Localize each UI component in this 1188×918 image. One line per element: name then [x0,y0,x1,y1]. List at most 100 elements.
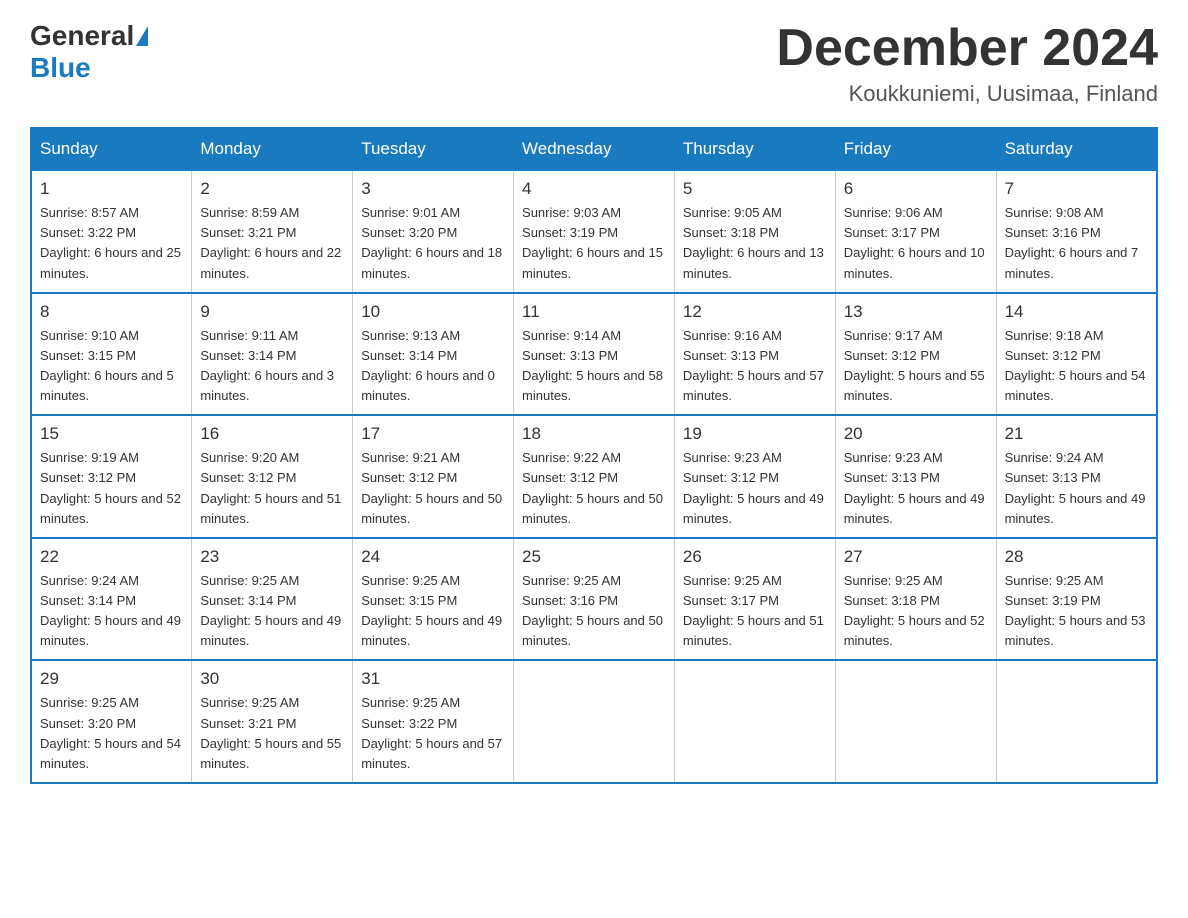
page-header: General Blue December 2024 Koukkuniemi, … [30,20,1158,107]
calendar-cell: 22 Sunrise: 9:24 AMSunset: 3:14 PMDaylig… [31,538,192,661]
day-info: Sunrise: 9:08 AMSunset: 3:16 PMDaylight:… [1005,203,1148,284]
calendar-cell: 27 Sunrise: 9:25 AMSunset: 3:18 PMDaylig… [835,538,996,661]
title-section: December 2024 Koukkuniemi, Uusimaa, Finl… [776,20,1158,107]
day-info: Sunrise: 9:24 AMSunset: 3:13 PMDaylight:… [1005,448,1148,529]
week-row-5: 29 Sunrise: 9:25 AMSunset: 3:20 PMDaylig… [31,660,1157,783]
day-number: 11 [522,302,666,322]
calendar-cell: 3 Sunrise: 9:01 AMSunset: 3:20 PMDayligh… [353,170,514,293]
day-number: 6 [844,179,988,199]
day-info: Sunrise: 9:22 AMSunset: 3:12 PMDaylight:… [522,448,666,529]
week-row-1: 1 Sunrise: 8:57 AMSunset: 3:22 PMDayligh… [31,170,1157,293]
logo-general-text: General [30,20,134,52]
day-info: Sunrise: 8:59 AMSunset: 3:21 PMDaylight:… [200,203,344,284]
day-number: 31 [361,669,505,689]
day-info: Sunrise: 9:01 AMSunset: 3:20 PMDaylight:… [361,203,505,284]
header-sunday: Sunday [31,128,192,170]
calendar-cell: 26 Sunrise: 9:25 AMSunset: 3:17 PMDaylig… [674,538,835,661]
day-info: Sunrise: 9:18 AMSunset: 3:12 PMDaylight:… [1005,326,1148,407]
logo-blue-text: Blue [30,52,91,84]
day-info: Sunrise: 9:23 AMSunset: 3:13 PMDaylight:… [844,448,988,529]
header-wednesday: Wednesday [514,128,675,170]
day-info: Sunrise: 9:21 AMSunset: 3:12 PMDaylight:… [361,448,505,529]
logo: General Blue [30,20,150,84]
calendar-cell [835,660,996,783]
calendar-cell [996,660,1157,783]
day-info: Sunrise: 9:23 AMSunset: 3:12 PMDaylight:… [683,448,827,529]
calendar-cell: 30 Sunrise: 9:25 AMSunset: 3:21 PMDaylig… [192,660,353,783]
calendar-cell: 6 Sunrise: 9:06 AMSunset: 3:17 PMDayligh… [835,170,996,293]
calendar-cell: 4 Sunrise: 9:03 AMSunset: 3:19 PMDayligh… [514,170,675,293]
day-number: 28 [1005,547,1148,567]
day-info: Sunrise: 9:10 AMSunset: 3:15 PMDaylight:… [40,326,183,407]
calendar-cell: 2 Sunrise: 8:59 AMSunset: 3:21 PMDayligh… [192,170,353,293]
header-saturday: Saturday [996,128,1157,170]
day-number: 20 [844,424,988,444]
day-info: Sunrise: 9:25 AMSunset: 3:15 PMDaylight:… [361,571,505,652]
day-number: 17 [361,424,505,444]
calendar-cell: 12 Sunrise: 9:16 AMSunset: 3:13 PMDaylig… [674,293,835,416]
day-number: 18 [522,424,666,444]
calendar-cell: 20 Sunrise: 9:23 AMSunset: 3:13 PMDaylig… [835,415,996,538]
header-friday: Friday [835,128,996,170]
day-number: 12 [683,302,827,322]
day-info: Sunrise: 9:25 AMSunset: 3:21 PMDaylight:… [200,693,344,774]
day-number: 21 [1005,424,1148,444]
day-number: 10 [361,302,505,322]
day-number: 19 [683,424,827,444]
calendar-cell: 13 Sunrise: 9:17 AMSunset: 3:12 PMDaylig… [835,293,996,416]
day-info: Sunrise: 9:20 AMSunset: 3:12 PMDaylight:… [200,448,344,529]
day-info: Sunrise: 9:13 AMSunset: 3:14 PMDaylight:… [361,326,505,407]
day-number: 30 [200,669,344,689]
calendar-cell: 9 Sunrise: 9:11 AMSunset: 3:14 PMDayligh… [192,293,353,416]
location: Koukkuniemi, Uusimaa, Finland [776,81,1158,107]
calendar-cell: 21 Sunrise: 9:24 AMSunset: 3:13 PMDaylig… [996,415,1157,538]
day-number: 26 [683,547,827,567]
day-number: 7 [1005,179,1148,199]
day-number: 8 [40,302,183,322]
day-info: Sunrise: 9:25 AMSunset: 3:19 PMDaylight:… [1005,571,1148,652]
day-info: Sunrise: 9:25 AMSunset: 3:18 PMDaylight:… [844,571,988,652]
day-info: Sunrise: 9:25 AMSunset: 3:20 PMDaylight:… [40,693,183,774]
day-number: 23 [200,547,344,567]
day-info: Sunrise: 9:14 AMSunset: 3:13 PMDaylight:… [522,326,666,407]
day-number: 25 [522,547,666,567]
day-number: 29 [40,669,183,689]
day-info: Sunrise: 9:24 AMSunset: 3:14 PMDaylight:… [40,571,183,652]
calendar-cell: 31 Sunrise: 9:25 AMSunset: 3:22 PMDaylig… [353,660,514,783]
day-number: 1 [40,179,183,199]
calendar-cell: 1 Sunrise: 8:57 AMSunset: 3:22 PMDayligh… [31,170,192,293]
day-number: 15 [40,424,183,444]
month-title: December 2024 [776,20,1158,77]
calendar-cell: 25 Sunrise: 9:25 AMSunset: 3:16 PMDaylig… [514,538,675,661]
day-number: 13 [844,302,988,322]
day-info: Sunrise: 9:19 AMSunset: 3:12 PMDaylight:… [40,448,183,529]
calendar-cell [514,660,675,783]
calendar-cell: 18 Sunrise: 9:22 AMSunset: 3:12 PMDaylig… [514,415,675,538]
calendar-cell: 29 Sunrise: 9:25 AMSunset: 3:20 PMDaylig… [31,660,192,783]
day-number: 3 [361,179,505,199]
calendar-table: SundayMondayTuesdayWednesdayThursdayFrid… [30,127,1158,784]
week-row-3: 15 Sunrise: 9:19 AMSunset: 3:12 PMDaylig… [31,415,1157,538]
header-tuesday: Tuesday [353,128,514,170]
day-number: 5 [683,179,827,199]
day-info: Sunrise: 9:05 AMSunset: 3:18 PMDaylight:… [683,203,827,284]
logo-triangle-icon [136,26,148,46]
calendar-cell: 23 Sunrise: 9:25 AMSunset: 3:14 PMDaylig… [192,538,353,661]
calendar-cell: 24 Sunrise: 9:25 AMSunset: 3:15 PMDaylig… [353,538,514,661]
day-number: 16 [200,424,344,444]
calendar-cell: 14 Sunrise: 9:18 AMSunset: 3:12 PMDaylig… [996,293,1157,416]
calendar-cell [674,660,835,783]
calendar-cell: 19 Sunrise: 9:23 AMSunset: 3:12 PMDaylig… [674,415,835,538]
calendar-cell: 28 Sunrise: 9:25 AMSunset: 3:19 PMDaylig… [996,538,1157,661]
calendar-cell: 11 Sunrise: 9:14 AMSunset: 3:13 PMDaylig… [514,293,675,416]
day-info: Sunrise: 9:03 AMSunset: 3:19 PMDaylight:… [522,203,666,284]
day-number: 9 [200,302,344,322]
day-info: Sunrise: 9:25 AMSunset: 3:16 PMDaylight:… [522,571,666,652]
day-info: Sunrise: 9:11 AMSunset: 3:14 PMDaylight:… [200,326,344,407]
calendar-cell: 7 Sunrise: 9:08 AMSunset: 3:16 PMDayligh… [996,170,1157,293]
day-info: Sunrise: 9:25 AMSunset: 3:22 PMDaylight:… [361,693,505,774]
calendar-header-row: SundayMondayTuesdayWednesdayThursdayFrid… [31,128,1157,170]
calendar-cell: 15 Sunrise: 9:19 AMSunset: 3:12 PMDaylig… [31,415,192,538]
header-monday: Monday [192,128,353,170]
week-row-4: 22 Sunrise: 9:24 AMSunset: 3:14 PMDaylig… [31,538,1157,661]
